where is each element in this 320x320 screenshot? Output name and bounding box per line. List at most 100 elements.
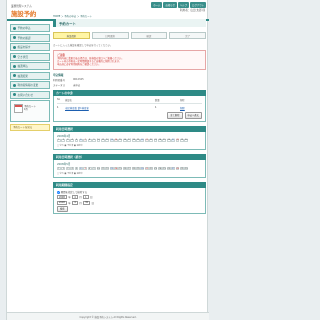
- date-cell[interactable]: 8: [87, 166, 92, 171]
- date-cell[interactable]: 24: [157, 166, 162, 171]
- search-button[interactable]: 検索: [57, 206, 68, 213]
- sidebar-item-lottery-result[interactable]: 抽選結果: [10, 71, 50, 80]
- date-cell[interactable]: 13: [109, 138, 114, 143]
- bullet-icon: [13, 45, 16, 49]
- date-cell[interactable]: 2: [61, 138, 66, 143]
- date-cell[interactable]: 14: [114, 138, 118, 143]
- date-cell[interactable]: 12: [105, 138, 110, 143]
- date-cell[interactable]: 21: [144, 166, 149, 171]
- date-cell[interactable]: 1: [57, 138, 61, 143]
- date-cell[interactable]: 30: [184, 166, 189, 171]
- date-cell[interactable]: 17: [127, 166, 132, 171]
- logo[interactable]: 施設予約: [11, 8, 36, 18]
- date-cell[interactable]: 17: [127, 138, 132, 143]
- view-cart-button[interactable]: 予約カートを見る: [10, 123, 50, 131]
- sidebar-item-apply[interactable]: 予約の申込: [10, 24, 50, 32]
- apply-button[interactable]: 申込へ進む: [184, 111, 202, 119]
- dates2-section: 2008年5月 1 2 3 4 5 6 7 8 9 10 11 12 13 14 15 16 17 18 19 20 2…: [53, 159, 206, 178]
- sidebar-item-contact[interactable]: お問い合わせ: [10, 90, 50, 99]
- date-cell[interactable]: 27: [171, 138, 176, 143]
- date-cell[interactable]: 6: [78, 138, 83, 143]
- info-row: 利用者番号 0012345: [53, 78, 206, 82]
- date-cell[interactable]: 20: [140, 138, 145, 143]
- date-cell[interactable]: 29: [179, 138, 184, 143]
- date-cell[interactable]: 27: [171, 166, 176, 171]
- date-cell[interactable]: 28: [175, 138, 180, 143]
- date-cell[interactable]: 13: [109, 166, 114, 171]
- date-legend: □ 空き ■ 予約済 ■ 選択中: [57, 172, 83, 175]
- sidebar: 予約の申込 予約の確認 施設を探す 空き状況 抽選申込 抽選結果 利用者情報の変…: [10, 24, 50, 131]
- date-cell[interactable]: 29: [179, 166, 184, 171]
- date-cell[interactable]: 11: [100, 166, 105, 171]
- cart-panel-count: 1件: [24, 108, 28, 112]
- month-unit: 月: [79, 201, 82, 205]
- facility-link[interactable]: 市民体育館 第1体育室: [65, 106, 155, 110]
- breadcrumb[interactable]: HOME ＞ 予約の申込 ＞ 予約カート: [53, 14, 206, 18]
- from-month-select[interactable]: 4: [72, 195, 78, 200]
- sidebar-item-lottery[interactable]: 抽選申込: [10, 62, 50, 70]
- date-cell[interactable]: 3: [65, 166, 70, 171]
- sidebar-item-availability[interactable]: 空き状況: [10, 52, 50, 61]
- date-cell[interactable]: 20: [140, 166, 145, 171]
- sidebar-item-search[interactable]: 施設を探す: [10, 43, 50, 51]
- date-cell[interactable]: 1: [57, 166, 61, 171]
- date-cell[interactable]: 25: [162, 166, 167, 171]
- date-cell[interactable]: 22: [149, 166, 154, 171]
- date-cell[interactable]: 26: [166, 166, 171, 171]
- date-cell[interactable]: 18: [131, 138, 136, 143]
- sidebar-item-confirm[interactable]: 予約の確認: [10, 33, 50, 42]
- date-cell[interactable]: 26: [166, 138, 171, 143]
- to-month-select[interactable]: 4: [72, 200, 78, 205]
- date-cell[interactable]: 16: [122, 166, 127, 171]
- cart-panel[interactable]: 予約カート 1件: [10, 100, 50, 122]
- date-cell[interactable]: 23: [153, 138, 158, 143]
- header-link-home[interactable]: ホーム: [151, 2, 163, 8]
- user-name: 利用者：山田 太郎 様: [180, 9, 205, 12]
- date-cell[interactable]: 15: [118, 138, 123, 143]
- sidebar-item-profile[interactable]: 利用者情報の変更: [10, 81, 50, 89]
- date-cell[interactable]: 4: [70, 138, 75, 143]
- date-cell[interactable]: 3: [65, 138, 70, 143]
- date-cell[interactable]: 10: [96, 138, 101, 143]
- date-cell[interactable]: 21: [144, 138, 149, 143]
- date-cell[interactable]: 8: [87, 138, 92, 143]
- date-cell[interactable]: 7: [83, 166, 88, 171]
- header-link-news[interactable]: お知らせ: [163, 2, 177, 8]
- date-cell[interactable]: 22: [149, 138, 154, 143]
- date-cell[interactable]: 2: [61, 166, 66, 171]
- date-cell[interactable]: 15: [118, 166, 123, 171]
- date-cell[interactable]: 6: [78, 166, 83, 171]
- from-day-select[interactable]: 1: [83, 195, 89, 200]
- delete-link[interactable]: 削除: [180, 106, 200, 110]
- date-cell[interactable]: 30: [184, 138, 189, 143]
- date-cell[interactable]: 9: [92, 138, 97, 143]
- to-year-select[interactable]: 2008: [57, 200, 67, 205]
- date-cell[interactable]: 23: [153, 166, 158, 171]
- date-cell[interactable]: 28: [175, 166, 180, 171]
- date-cell[interactable]: 19: [136, 166, 140, 171]
- date-cell[interactable]: 25: [162, 138, 167, 143]
- info-row: ステータス 未申込: [53, 83, 206, 87]
- date-cell[interactable]: 7: [83, 138, 88, 143]
- date-cell[interactable]: 4: [70, 166, 75, 171]
- date-cell[interactable]: 10: [96, 166, 101, 171]
- sidebar-item-label: 抽選結果: [17, 74, 28, 78]
- date-cell[interactable]: 5: [74, 138, 79, 143]
- date-cell[interactable]: 5: [74, 166, 79, 171]
- date-cell[interactable]: 12: [105, 166, 110, 171]
- to-day-select[interactable]: 30: [83, 200, 91, 205]
- sidebar-item-label: 抽選申込: [17, 65, 28, 68]
- date-cell[interactable]: 24: [157, 138, 162, 143]
- date-cell[interactable]: 19: [136, 138, 140, 143]
- date-cell[interactable]: 9: [92, 166, 97, 171]
- date-cell[interactable]: 14: [114, 166, 118, 171]
- col-delete: 削除: [180, 99, 185, 102]
- delete-all-button[interactable]: 全て削除: [167, 111, 183, 119]
- cart-panel-text: 予約カート 1件: [24, 105, 36, 112]
- date-cell[interactable]: 18: [131, 166, 136, 171]
- from-year-select[interactable]: 2008: [57, 195, 67, 200]
- date-grid: 1 2 3 4 5 6 7 8 9 10 11 12 13 14 15 16 17 18 19 20 21 22 23 24 2…: [57, 138, 202, 143]
- date-cell[interactable]: 11: [100, 138, 105, 143]
- date-cell[interactable]: 16: [122, 138, 127, 143]
- period-checkbox[interactable]: [57, 190, 60, 194]
